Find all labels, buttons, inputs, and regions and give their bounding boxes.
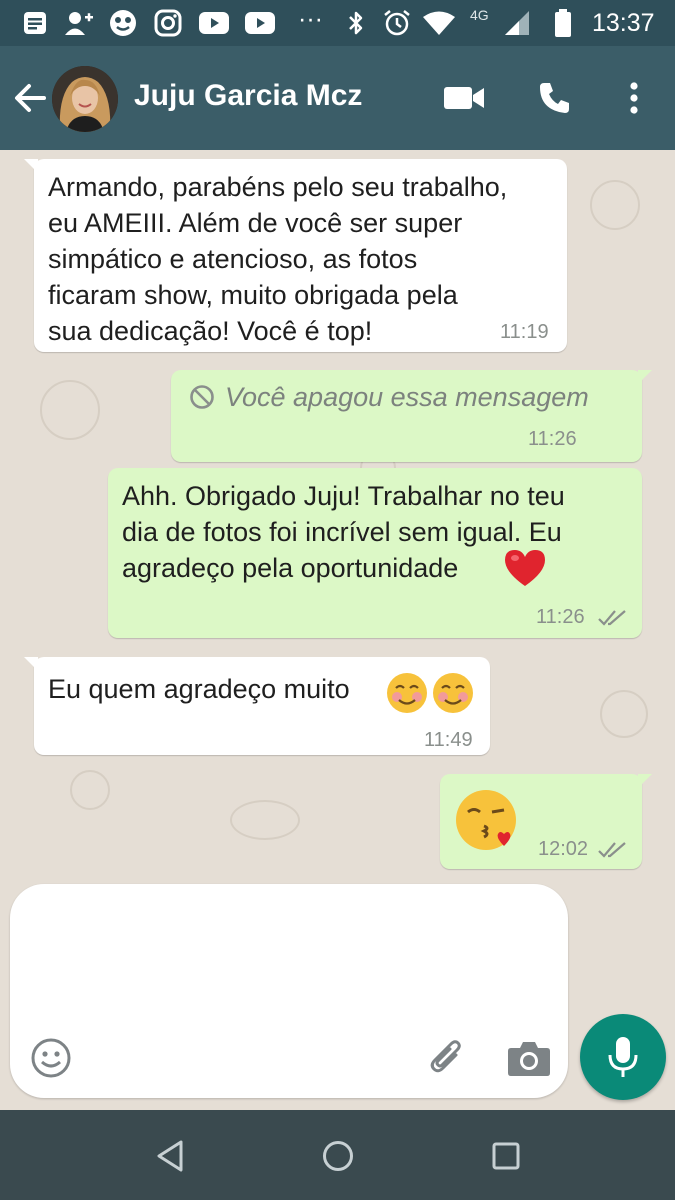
youtube-icon: [198, 9, 230, 37]
message-time: 11:26: [528, 428, 577, 450]
battery-icon: [554, 9, 572, 37]
read-receipt-icon: [598, 840, 630, 860]
signal-icon: [504, 9, 530, 37]
bubble-tail: [638, 774, 652, 788]
wifi-icon: [422, 9, 456, 37]
network-type: 4G: [470, 7, 489, 23]
attach-icon[interactable]: [424, 1035, 470, 1081]
message-composer: [10, 884, 568, 1098]
alarm-icon: [382, 9, 412, 37]
home-circle-icon[interactable]: [316, 1134, 360, 1178]
bubble-tail: [24, 657, 38, 671]
message-bubble-incoming[interactable]: Eu quem agradeço muito 11:49: [24, 657, 490, 755]
more-notifications: ···: [298, 5, 323, 33]
message-time: 11:49: [424, 729, 473, 751]
wallpaper-doodle: [230, 800, 300, 840]
wallpaper-doodle: [600, 690, 648, 738]
phone-icon[interactable]: [530, 74, 578, 122]
status-time: 13:37: [592, 9, 655, 37]
contact-name[interactable]: Juju Garcia Mcz: [134, 76, 362, 116]
message-bubble-outgoing[interactable]: 12:02: [440, 774, 652, 869]
emoji-app-icon: [108, 9, 138, 37]
instagram-icon: [154, 9, 182, 37]
heart-emoji: [503, 548, 547, 588]
mic-icon: [607, 1035, 639, 1079]
smiling-emoji: [385, 671, 477, 715]
video-call-icon[interactable]: [440, 74, 488, 122]
recents-square-icon[interactable]: [484, 1134, 528, 1178]
message-time: 12:02: [538, 838, 589, 860]
message-text: Ahh. Obrigado Juju! Trabalhar no teu dia…: [122, 481, 565, 583]
camera-icon[interactable]: [506, 1035, 552, 1081]
message-time: 11:26: [536, 606, 585, 628]
read-receipt-icon: [598, 608, 630, 628]
status-bar: ··· 4G 13:37: [0, 0, 675, 46]
emoji-icon[interactable]: [28, 1035, 74, 1081]
deleted-message-text: Você apagou essa mensagem: [225, 382, 589, 412]
avatar[interactable]: [52, 66, 118, 132]
message-text: Eu quem agradeço muito: [48, 674, 350, 704]
wallpaper-doodle: [70, 770, 110, 810]
chat-header: Juju Garcia Mcz: [0, 46, 675, 150]
bubble-tail: [24, 159, 38, 173]
message-bubble-deleted[interactable]: Você apagou essa mensagem 11:26: [171, 370, 652, 462]
bubble-tail: [638, 370, 652, 384]
message-input[interactable]: [34, 904, 544, 1024]
wallpaper-doodle: [40, 380, 100, 440]
message-bubble-incoming[interactable]: Armando, parabéns pelo seu trabalho, eu …: [24, 159, 567, 352]
add-contact-icon: [64, 9, 94, 37]
notes-icon: [22, 9, 48, 37]
message-time: 11:19: [500, 321, 549, 343]
wallpaper-doodle: [590, 180, 640, 230]
mic-button[interactable]: [580, 1014, 666, 1100]
kiss-emoji: [454, 788, 520, 854]
system-nav-bar: [0, 1110, 675, 1200]
message-bubble-outgoing[interactable]: Ahh. Obrigado Juju! Trabalhar no teu dia…: [108, 468, 642, 638]
blocked-icon: [189, 384, 215, 410]
youtube-icon: [244, 9, 276, 37]
more-vert-icon[interactable]: [610, 74, 658, 122]
bluetooth-icon: [346, 9, 366, 37]
back-triangle-icon[interactable]: [148, 1134, 192, 1178]
back-arrow-icon[interactable]: [12, 80, 48, 116]
message-text: Armando, parabéns pelo seu trabalho, eu …: [48, 172, 508, 346]
